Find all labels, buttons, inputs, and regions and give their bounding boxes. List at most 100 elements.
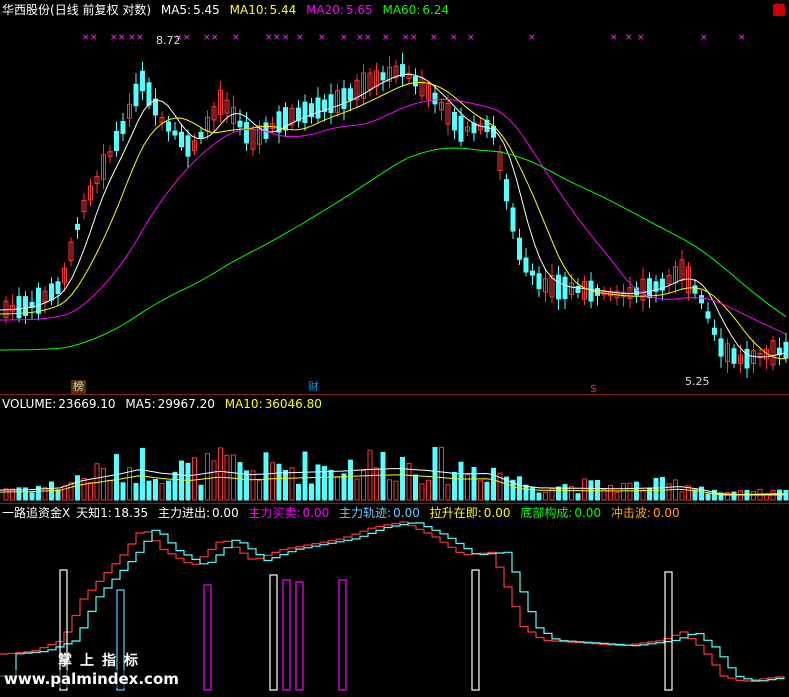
indicator-column bbox=[664, 571, 673, 691]
signal-mark: × bbox=[402, 33, 410, 43]
volume-bar bbox=[68, 482, 74, 501]
indicator-item-5: 底部构成: 0.00 bbox=[520, 506, 602, 520]
volume-bar bbox=[237, 462, 243, 501]
signal-mark: × bbox=[90, 33, 98, 43]
signal-mark: × bbox=[296, 33, 304, 43]
candle-body bbox=[120, 121, 126, 134]
signal-mark: × bbox=[232, 33, 240, 43]
watermark-url: www.palmindex.com bbox=[0, 670, 183, 688]
volume-bar bbox=[127, 467, 132, 501]
volume-bar bbox=[426, 479, 431, 501]
volume-bar bbox=[198, 484, 204, 501]
volume-bar bbox=[465, 474, 470, 501]
ma60-line bbox=[0, 147, 787, 351]
volume-bar bbox=[296, 483, 301, 501]
volume-bar bbox=[88, 482, 93, 501]
volume-bar bbox=[335, 476, 340, 501]
signal-mark: × bbox=[450, 33, 458, 43]
volume-bar bbox=[556, 486, 561, 501]
signal-mark: × bbox=[356, 33, 364, 43]
volume-bar bbox=[257, 480, 262, 501]
volume-bars bbox=[0, 446, 789, 501]
high-price-label: 8.72 bbox=[156, 34, 181, 47]
watermark: 掌上指标 www.palmindex.com bbox=[0, 650, 210, 697]
volume-bar bbox=[640, 489, 646, 501]
volume-bar bbox=[452, 471, 457, 501]
volume-bar bbox=[341, 473, 347, 501]
candle-body bbox=[413, 76, 418, 87]
signal-mark: × bbox=[318, 33, 326, 43]
volume-bar bbox=[309, 483, 314, 501]
watermark-title: 掌上指标 bbox=[58, 653, 146, 669]
volume-bar bbox=[218, 447, 223, 501]
indicator-item-1: 主力进出: 0.00 bbox=[157, 506, 239, 520]
indicator-column bbox=[269, 574, 278, 691]
signal-mark: × bbox=[410, 33, 418, 43]
signal-mark: × bbox=[282, 33, 290, 43]
volume-panel-header: VOLUME: 23669.10 MA5: 29967.20 MA10: 36046.… bbox=[2, 396, 328, 412]
indicator-name[interactable]: 一路追资金X bbox=[2, 506, 70, 520]
volume-bar bbox=[354, 478, 360, 501]
signal-mark: × bbox=[625, 33, 633, 43]
candle-body bbox=[731, 348, 737, 364]
candle-body bbox=[562, 276, 568, 300]
signal-mark: × bbox=[211, 33, 219, 43]
candle-body bbox=[692, 285, 698, 294]
volume-bar bbox=[536, 492, 542, 501]
signal-mark: × bbox=[82, 33, 90, 43]
rank-tag[interactable]: 榜 bbox=[71, 380, 86, 394]
volume-bar bbox=[205, 453, 210, 501]
candle-body bbox=[146, 82, 152, 106]
indicator-item-4: 拉升在即: 0.00 bbox=[429, 506, 511, 520]
volume-bar bbox=[55, 489, 61, 501]
volume-bar bbox=[595, 480, 600, 501]
volume-bar bbox=[471, 466, 477, 501]
volume-bar bbox=[107, 479, 113, 501]
volume-ma5-value: 29967.20 bbox=[157, 397, 215, 411]
candle-body bbox=[179, 131, 184, 148]
candle-body bbox=[140, 70, 145, 92]
candle-body bbox=[380, 72, 386, 81]
volume-bar bbox=[133, 482, 139, 501]
volume-bar bbox=[10, 488, 15, 501]
volume-bar bbox=[42, 486, 48, 501]
volume-bar bbox=[653, 477, 659, 501]
volume-bar bbox=[270, 462, 275, 501]
volume-bar bbox=[244, 470, 249, 501]
moving-average-lines bbox=[0, 73, 787, 360]
volume-bar bbox=[445, 484, 451, 501]
volume-bar bbox=[114, 454, 119, 501]
candle-body bbox=[718, 338, 724, 357]
signal-mark: × bbox=[364, 33, 372, 43]
volume-bar bbox=[439, 446, 444, 501]
volume-bar bbox=[250, 470, 256, 501]
candle-body bbox=[699, 295, 704, 304]
volume-bar bbox=[484, 481, 490, 501]
volume-bar bbox=[211, 460, 217, 501]
candle-body bbox=[133, 83, 139, 107]
volume-bar bbox=[192, 457, 197, 501]
volume-bar bbox=[101, 467, 106, 501]
volume-bar bbox=[153, 479, 158, 501]
signal-mark: × bbox=[610, 33, 618, 43]
candle-body bbox=[49, 283, 54, 301]
candle-body bbox=[432, 92, 438, 105]
candle-body bbox=[783, 341, 789, 359]
kline-chart[interactable]: × × × × × × × × × × × × × × × × × × × × × × × × × × × × × × × bbox=[0, 0, 789, 697]
signal-mark: × bbox=[128, 33, 136, 43]
volume-bar bbox=[621, 483, 626, 501]
signal-mark: × bbox=[700, 33, 708, 43]
volume-bar bbox=[140, 447, 145, 501]
signal-mark: × bbox=[467, 33, 475, 43]
indicator-panel-header: 一路追资金X 天知1: 18.35 主力进出: 0.00 主力买卖: 0.00 主力轨… bbox=[2, 505, 686, 521]
volume-bar bbox=[276, 463, 282, 501]
candle-body bbox=[198, 131, 204, 139]
volume-bar bbox=[419, 483, 425, 501]
volume-bar bbox=[608, 484, 613, 501]
signal-mark: × bbox=[110, 33, 118, 43]
volume-bar bbox=[582, 478, 587, 501]
volume-bar bbox=[413, 474, 418, 501]
finance-tag[interactable]: 财 bbox=[306, 380, 321, 394]
indicator-column bbox=[471, 569, 480, 691]
indicator-item-0: 天知1: 18.35 bbox=[76, 506, 149, 520]
